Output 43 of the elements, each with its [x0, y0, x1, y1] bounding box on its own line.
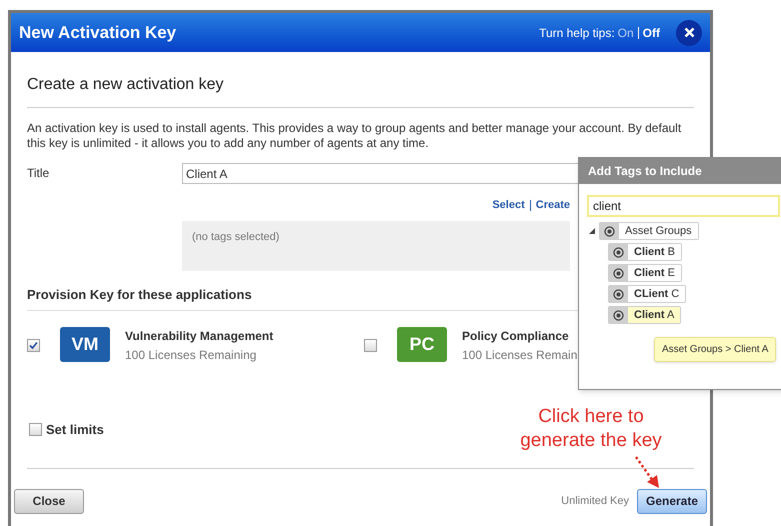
checkbox[interactable]	[27, 339, 40, 352]
title-field[interactable]: Client A	[182, 163, 580, 184]
tooltip: Asset Groups > Client A	[654, 337, 776, 362]
heading: Create a new activation key	[27, 52, 694, 108]
tag-link[interactable]: Select	[492, 197, 525, 214]
tag-item[interactable]: Asset Groups	[599, 222, 699, 240]
tags-field[interactable]: (no tags selected)	[182, 220, 570, 270]
key-status: Unlimited Key	[561, 494, 629, 509]
arrow	[634, 456, 659, 488]
description: An activation key is used to install agents. This provides a way to group agents and better manage your account. By default this key is unlimited - it allows you to add any number of agents at any time.	[27, 121, 682, 151]
tag-link[interactable]: Create	[536, 197, 570, 214]
annotation-text: generate the key	[520, 429, 662, 453]
help-tips-option[interactable]: On	[618, 24, 634, 42]
annotation-text: Click here to	[538, 405, 644, 429]
help-tips-label: Turn help tips:	[539, 24, 615, 42]
expand-toggle-icon[interactable]	[589, 228, 595, 234]
tag-item[interactable]: Client B	[608, 243, 682, 261]
close-button[interactable]	[676, 20, 702, 46]
help-tips-option[interactable]: Off	[642, 24, 660, 42]
target-icon	[613, 246, 624, 258]
target-icon	[604, 226, 615, 236]
app-name: Vulnerability Management	[125, 328, 274, 345]
target-icon	[613, 268, 624, 278]
generate-button[interactable]: Generate	[637, 488, 707, 514]
close-button[interactable]: Close	[14, 488, 84, 514]
field-label: Title	[27, 165, 50, 182]
target-icon	[613, 288, 624, 300]
license-count: 100 Licenses Remaining	[125, 347, 258, 364]
license-count: 100 Licenses Remain	[462, 347, 578, 364]
tag-item[interactable]: CLient C	[608, 285, 686, 303]
window-title: New Activation Key	[19, 22, 178, 44]
tag-item[interactable]: Client E	[608, 264, 682, 282]
search-field[interactable]: client	[587, 195, 780, 217]
app-badge: VM	[60, 327, 110, 362]
tag-item[interactable]: Client A	[608, 306, 682, 324]
popup-title: Add Tags to Include	[579, 158, 781, 184]
checkbox[interactable]	[364, 339, 377, 352]
app-badge: PC	[397, 327, 447, 362]
checkbox[interactable]	[29, 423, 42, 436]
checkbox-label: Set limits	[46, 421, 104, 439]
app-name: Policy Compliance	[462, 328, 570, 345]
target-icon	[613, 310, 624, 320]
close-icon	[684, 27, 694, 38]
